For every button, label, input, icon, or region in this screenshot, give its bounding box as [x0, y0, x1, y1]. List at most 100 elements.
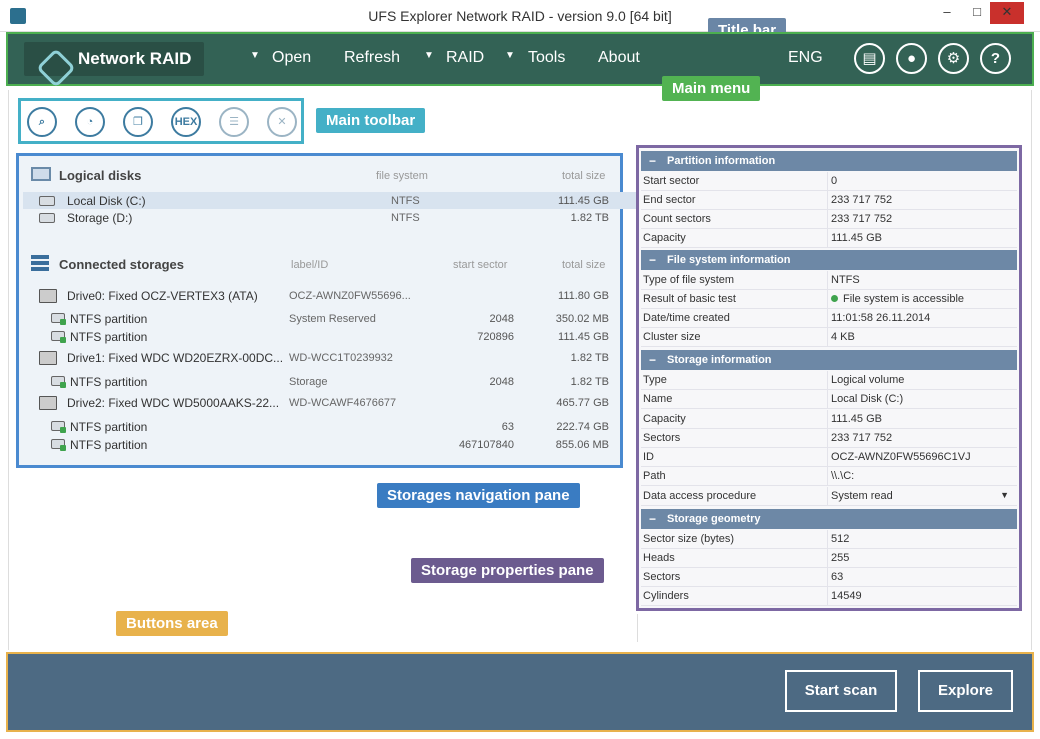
- property-row: Sectors 63: [641, 568, 1017, 587]
- partition-name[interactable]: NTFS partition: [70, 330, 147, 344]
- search-icon[interactable]: ⌕: [27, 107, 57, 137]
- drive-name[interactable]: Drive0: Fixed OCZ-VERTEX3 (ATA): [67, 289, 258, 303]
- property-key: Name: [643, 393, 673, 405]
- callout-storages-nav: Storages navigation pane: [377, 483, 580, 508]
- logical-disk-size: 1.82 TB: [570, 212, 609, 224]
- tools-dropdown-icon[interactable]: ▼: [505, 50, 515, 61]
- property-row: Sector size (bytes) 512: [641, 530, 1017, 549]
- property-row: Count sectors 233 717 752: [641, 210, 1017, 229]
- property-key: Sectors: [643, 571, 681, 583]
- property-key: Capacity: [643, 413, 686, 425]
- drive-icon: [39, 351, 57, 365]
- drive-label: WD-WCC1T0239932: [289, 352, 393, 364]
- section-storage-geometry[interactable]: Storage geometry: [641, 509, 1017, 529]
- logical-disk-size: 111.45 GB: [558, 195, 609, 207]
- menu-about[interactable]: About: [598, 49, 640, 67]
- hex-button[interactable]: HEX: [171, 107, 201, 137]
- language-selector[interactable]: ENG: [788, 49, 823, 67]
- section-partition-info[interactable]: Partition information: [641, 151, 1017, 171]
- connected-storages-title: Connected storages: [59, 257, 184, 272]
- property-value: Logical volume: [831, 374, 905, 386]
- property-value: 233 717 752: [831, 213, 893, 225]
- property-key: Capacity: [643, 232, 686, 244]
- logical-disk-name[interactable]: Local Disk (C:): [67, 194, 146, 208]
- property-value: 233 717 752: [831, 194, 893, 206]
- notes-icon[interactable]: ▤: [854, 43, 885, 74]
- pie-chart-icon[interactable]: ◔: [75, 107, 105, 137]
- raid-dropdown-icon[interactable]: ▼: [424, 50, 434, 61]
- property-key: Data access procedure: [643, 490, 757, 502]
- property-key: Type: [643, 374, 667, 386]
- partition-name[interactable]: NTFS partition: [70, 375, 147, 389]
- property-key: End sector: [643, 194, 696, 206]
- col-label-id: label/ID: [291, 259, 329, 271]
- menu-tools[interactable]: Tools: [528, 49, 565, 67]
- property-key: ID: [643, 451, 654, 463]
- window-title: UFS Explorer Network RAID - version 9.0 …: [368, 8, 672, 24]
- logo-icon: [36, 48, 76, 88]
- col-total-size: total size: [562, 259, 606, 271]
- property-row: Cluster size 4 KB: [641, 328, 1017, 347]
- start-scan-button[interactable]: Start scan: [785, 670, 897, 712]
- menu-refresh[interactable]: Refresh: [344, 49, 400, 67]
- logical-disk-fs: NTFS: [391, 212, 420, 224]
- chevron-down-icon[interactable]: ▼: [1000, 490, 1009, 500]
- close-icon[interactable]: ✕: [267, 107, 297, 137]
- property-row: Capacity 111.45 GB: [641, 410, 1017, 429]
- hard-disk-icon: [39, 213, 55, 223]
- data-access-procedure-select[interactable]: Data access procedure System read ▼: [641, 487, 1017, 506]
- title-bar: UFS Explorer Network RAID - version 9.0 …: [0, 0, 1040, 32]
- storages-navigation-pane: Logical disks file system total size Loc…: [16, 153, 636, 468]
- partition-icon: [51, 313, 66, 325]
- property-row: Start sector 0: [641, 172, 1017, 191]
- list-icon[interactable]: ☰: [219, 107, 249, 137]
- open-dropdown-icon[interactable]: ▼: [250, 50, 260, 61]
- property-key: Cylinders: [643, 590, 689, 602]
- property-row: Path \\.\C:: [641, 467, 1017, 486]
- user-icon[interactable]: ●: [896, 43, 927, 74]
- drive-size: 465.77 GB: [556, 397, 609, 409]
- property-row: Date/time created 11:01:58 26.11.2014: [641, 309, 1017, 328]
- property-value: 14549: [831, 590, 862, 602]
- partition-name[interactable]: NTFS partition: [70, 438, 147, 452]
- partition-icon: [51, 376, 66, 388]
- menu-open[interactable]: Open: [272, 49, 311, 67]
- gear-icon[interactable]: ⚙: [938, 43, 969, 74]
- minimize-button[interactable]: –: [930, 2, 964, 24]
- partition-icon: [51, 439, 66, 451]
- partition-name[interactable]: NTFS partition: [70, 420, 147, 434]
- property-row: Capacity 111.45 GB: [641, 229, 1017, 248]
- property-key: Sector size (bytes): [643, 533, 735, 545]
- help-icon[interactable]: ?: [980, 43, 1011, 74]
- section-storage-info[interactable]: Storage information: [641, 350, 1017, 370]
- explore-button[interactable]: Explore: [918, 670, 1013, 712]
- callout-storage-props: Storage properties pane: [411, 558, 604, 583]
- property-value: 111.45 GB: [831, 413, 882, 425]
- drive-name[interactable]: Drive1: Fixed WDC WD20EZRX-00DC...: [67, 351, 283, 365]
- property-key: Path: [643, 470, 666, 482]
- partition-size: 1.82 TB: [570, 376, 609, 388]
- maximize-button[interactable]: □: [960, 2, 994, 24]
- property-key: Result of basic test: [643, 293, 736, 305]
- property-row: Cylinders 14549: [641, 587, 1017, 606]
- partition-icon: [51, 331, 66, 343]
- partition-label: System Reserved: [289, 313, 376, 325]
- logical-disk-name[interactable]: Storage (D:): [67, 211, 132, 225]
- section-file-system-info[interactable]: File system information: [641, 250, 1017, 270]
- callout-main-toolbar: Main toolbar: [316, 108, 426, 133]
- property-key: Type of file system: [643, 274, 735, 286]
- menu-raid[interactable]: RAID: [446, 49, 484, 67]
- drive-name[interactable]: Drive2: Fixed WDC WD5000AAKS-22...: [67, 396, 279, 410]
- property-value: 0: [831, 175, 838, 187]
- property-value: 512: [831, 533, 850, 545]
- close-button[interactable]: ✕: [990, 2, 1024, 24]
- property-value: NTFS: [831, 274, 860, 286]
- property-value: Local Disk (C:): [831, 393, 904, 405]
- property-row: Type Logical volume: [641, 371, 1017, 390]
- property-key: Heads: [643, 552, 675, 564]
- disk-image-icon[interactable]: ❐: [123, 107, 153, 137]
- property-value: 4 KB: [831, 331, 855, 343]
- partition-name[interactable]: NTFS partition: [70, 312, 147, 326]
- storage-properties-pane: Partition information Start sector 0 End …: [636, 145, 1022, 611]
- property-row: Type of file system NTFS: [641, 271, 1017, 290]
